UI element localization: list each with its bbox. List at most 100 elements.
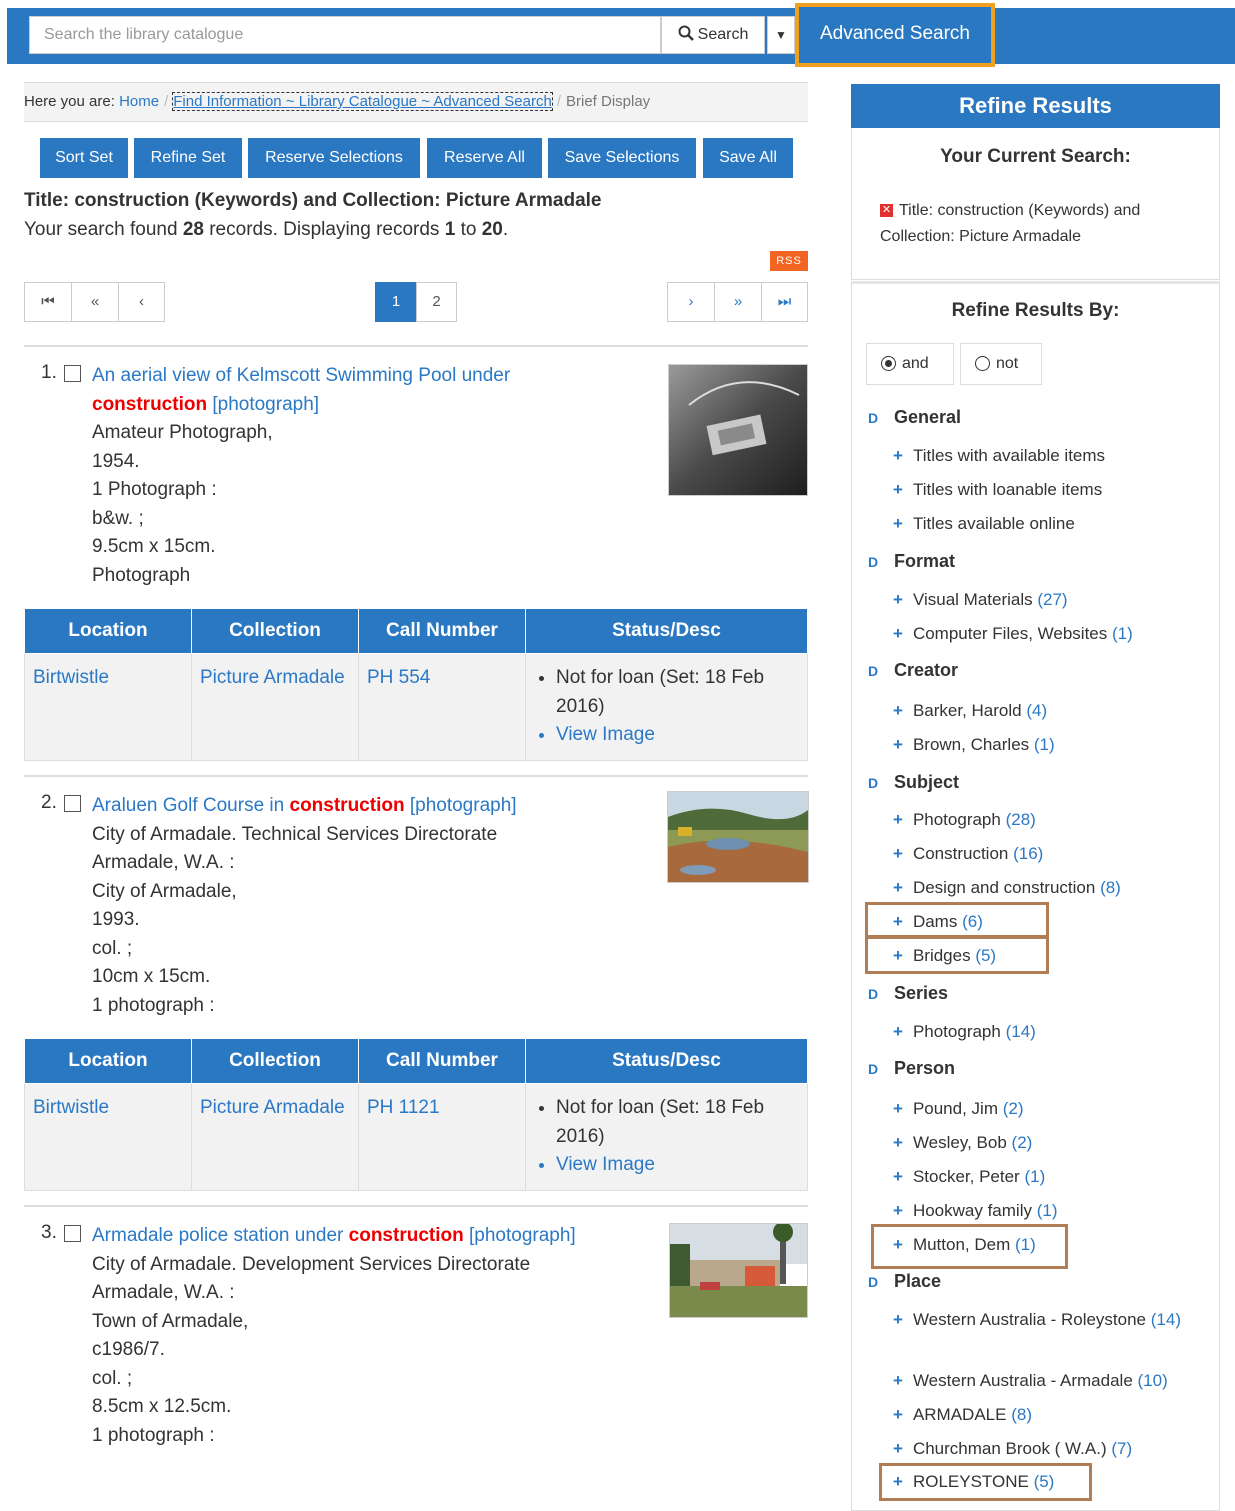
facet-item[interactable]: + Hookway family (1): [893, 1198, 1203, 1224]
facet-item[interactable]: + Photograph (28): [893, 807, 1203, 833]
call-number-link[interactable]: PH 554: [358, 653, 526, 761]
remove-term-icon[interactable]: ✕: [880, 204, 893, 218]
facet-general[interactable]: D General: [868, 407, 961, 428]
annotation-box-dams: [865, 902, 1049, 938]
facet-toggle-icon: D: [868, 554, 879, 570]
facet-series[interactable]: D Series: [868, 983, 948, 1004]
facet-item[interactable]: + Churchman Brook ( W.A.) (7): [893, 1436, 1203, 1462]
plus-icon: +: [893, 514, 903, 533]
record-title[interactable]: Armadale police station under: [92, 1225, 343, 1246]
facet-item[interactable]: + Titles with available items: [893, 443, 1203, 469]
divider: [24, 345, 808, 347]
search-options-dropdown[interactable]: ▼: [767, 16, 795, 54]
facet-item[interactable]: + Western Australia - Armadale (10): [893, 1368, 1203, 1394]
breadcrumb-prefix: Here you are:: [24, 93, 115, 110]
divider: [24, 775, 808, 777]
first-page-button[interactable]: ⏮: [24, 282, 72, 322]
record-title[interactable]: An aerial view of Kelmscott Swimming Poo…: [92, 365, 510, 386]
call-number-link[interactable]: PH 1121: [358, 1083, 526, 1191]
facet-item[interactable]: + Titles available online: [893, 511, 1203, 537]
facet-item[interactable]: + Computer Files, Websites (1): [893, 621, 1203, 647]
facet-item[interactable]: + Western Australia - Roleystone (14): [893, 1307, 1225, 1333]
record-checkbox[interactable]: [64, 365, 81, 382]
record-thumbnail[interactable]: [669, 1223, 808, 1318]
rss-button[interactable]: RSS: [770, 251, 808, 271]
header-status: Status/Desc: [525, 1038, 808, 1084]
record-thumbnail[interactable]: [667, 791, 809, 883]
facet-item[interactable]: + Design and construction (8): [893, 875, 1203, 901]
facet-item[interactable]: + ARMADALE (8): [893, 1402, 1203, 1428]
plus-icon: +: [893, 1310, 903, 1329]
keyword-highlight[interactable]: construction: [290, 795, 405, 816]
police-station-photo-thumbnail: [670, 1224, 807, 1317]
location-link[interactable]: Birtwistle: [24, 1083, 192, 1191]
and-radio[interactable]: and: [866, 343, 954, 385]
search-input[interactable]: Search the library catalogue: [29, 16, 661, 54]
reserve-all-button[interactable]: Reserve All: [427, 138, 542, 178]
record-thumbnail[interactable]: [668, 364, 808, 496]
current-search-term: ✕ Title: construction (Keywords) and Coll…: [880, 202, 1141, 245]
facet-format[interactable]: D Format: [868, 551, 955, 572]
view-image-link[interactable]: View Image: [556, 721, 799, 750]
facet-item[interactable]: + Photograph (14): [893, 1019, 1203, 1045]
keyword-highlight[interactable]: construction: [349, 1225, 464, 1246]
current-search-title: Your Current Search:: [940, 146, 1131, 167]
breadcrumb-find-information[interactable]: Find Information ~ Library Catalogue ~ A…: [172, 92, 553, 111]
next-page-button[interactable]: ›: [667, 282, 715, 322]
collection-link[interactable]: Picture Armadale: [191, 1083, 359, 1191]
record-number: 3.: [41, 1222, 57, 1243]
keyword-highlight[interactable]: construction: [92, 394, 207, 415]
page-1-button[interactable]: 1: [375, 282, 417, 322]
golf-course-photo-thumbnail: [668, 792, 808, 882]
facet-item[interactable]: + Brown, Charles (1): [893, 732, 1203, 758]
facet-item[interactable]: + Titles with loanable items: [893, 477, 1203, 503]
not-radio[interactable]: not: [960, 343, 1042, 385]
reserve-selections-button[interactable]: Reserve Selections: [248, 138, 420, 178]
radio-selected-icon: [881, 356, 896, 372]
breadcrumb-home[interactable]: Home: [119, 93, 159, 110]
jump-back-button[interactable]: «: [71, 282, 119, 322]
facet-person[interactable]: D Person: [868, 1058, 955, 1079]
plus-icon: +: [893, 844, 903, 863]
page-2-button[interactable]: 2: [416, 282, 457, 322]
facet-subject[interactable]: D Subject: [868, 772, 959, 793]
facet-creator[interactable]: D Creator: [868, 660, 958, 681]
holdings-table-1: Location Collection Call Number Status/D…: [24, 608, 808, 761]
sort-set-button[interactable]: Sort Set: [40, 138, 128, 178]
facet-toggle-icon: D: [868, 1274, 879, 1290]
record-type[interactable]: [photograph]: [410, 795, 517, 816]
collection-link[interactable]: Picture Armadale: [191, 653, 359, 761]
facet-item[interactable]: + Pound, Jim (2): [893, 1096, 1203, 1122]
annotation-box-mutton: [871, 1224, 1068, 1269]
previous-page-button[interactable]: ‹: [118, 282, 165, 322]
record-checkbox[interactable]: [64, 1225, 81, 1242]
record-type[interactable]: [photograph]: [469, 1225, 576, 1246]
record-title[interactable]: Araluen Golf Course in: [92, 795, 284, 816]
save-selections-button[interactable]: Save Selections: [548, 138, 696, 178]
facet-item[interactable]: + Construction (16): [893, 841, 1203, 867]
double-chevron-right-icon: »: [733, 293, 743, 310]
facet-place[interactable]: D Place: [868, 1271, 941, 1292]
save-all-button[interactable]: Save All: [703, 138, 793, 178]
plus-icon: +: [893, 480, 903, 499]
jump-forward-button[interactable]: »: [714, 282, 762, 322]
view-image-link[interactable]: View Image: [556, 1151, 799, 1180]
facet-item[interactable]: + Wesley, Bob (2): [893, 1130, 1203, 1156]
chevron-left-icon: ‹: [139, 293, 144, 310]
record-number: 1.: [41, 362, 57, 383]
header-location: Location: [24, 608, 192, 654]
header-collection: Collection: [191, 608, 359, 654]
last-page-button[interactable]: ⏭: [761, 282, 808, 322]
facet-item[interactable]: + Stocker, Peter (1): [893, 1164, 1203, 1190]
search-button[interactable]: Search: [661, 16, 765, 54]
facet-item[interactable]: + Barker, Harold (4): [893, 698, 1203, 724]
record-checkbox[interactable]: [64, 795, 81, 812]
facet-item[interactable]: + Visual Materials (27): [893, 587, 1203, 613]
advanced-search-button[interactable]: Advanced Search: [795, 3, 995, 67]
header-collection: Collection: [191, 1038, 359, 1084]
facet-toggle-icon: D: [868, 410, 879, 426]
record-type[interactable]: [photograph]: [212, 394, 319, 415]
location-link[interactable]: Birtwistle: [24, 653, 192, 761]
aerial-photo-thumbnail: [669, 365, 807, 495]
refine-set-button[interactable]: Refine Set: [134, 138, 242, 178]
